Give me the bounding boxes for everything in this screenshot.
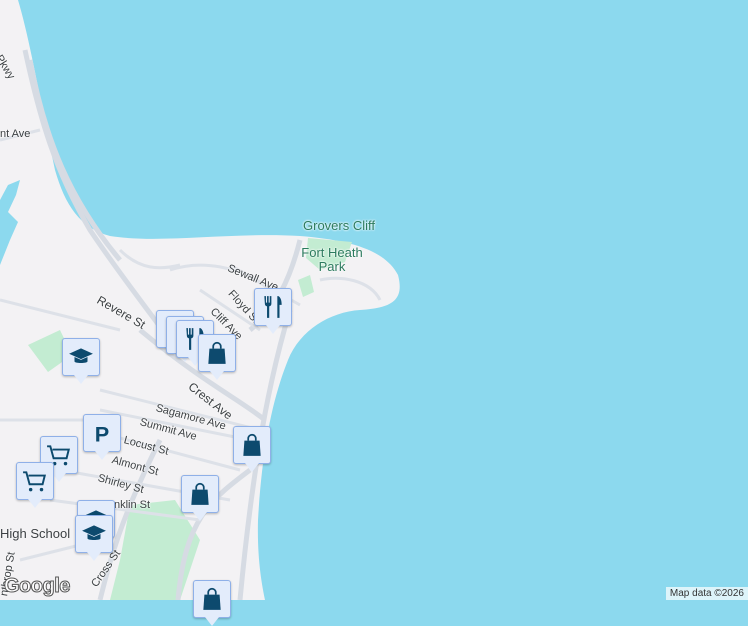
shopping-bag-icon [191,482,209,505]
graduation-cap-icon [69,348,93,363]
shopping-marker[interactable] [233,426,271,472]
shopping-marker[interactable] [193,580,231,626]
place-label-fort-heath-park[interactable]: Fort Heath Park [296,246,368,274]
shopping-bag-icon [203,587,221,610]
fork-knife-icon [264,296,282,318]
svg-text:P: P [95,422,109,446]
place-label-high-school[interactable]: High School [0,526,70,541]
shopping-cart-icon [23,471,46,492]
parking-icon: P [95,422,109,446]
shopping-marker[interactable] [181,475,219,521]
parking-marker[interactable]: P [83,414,121,460]
street-label: nt Ave [0,128,31,140]
shopping-bag-icon [208,341,226,364]
grocery-marker[interactable] [16,462,54,508]
street-label: nklin St [114,499,151,511]
map-attribution[interactable]: Map data ©2026 [665,587,748,600]
restaurant-marker[interactable] [254,288,292,334]
place-label-grovers-cliff: Grovers Cliff [303,218,375,233]
graduation-cap-icon [82,525,106,540]
shopping-bag-icon [243,433,261,456]
school-marker[interactable] [75,515,113,561]
shopping-marker[interactable] [198,334,236,380]
google-logo[interactable]: Google [4,575,71,598]
school-marker[interactable] [62,338,100,384]
